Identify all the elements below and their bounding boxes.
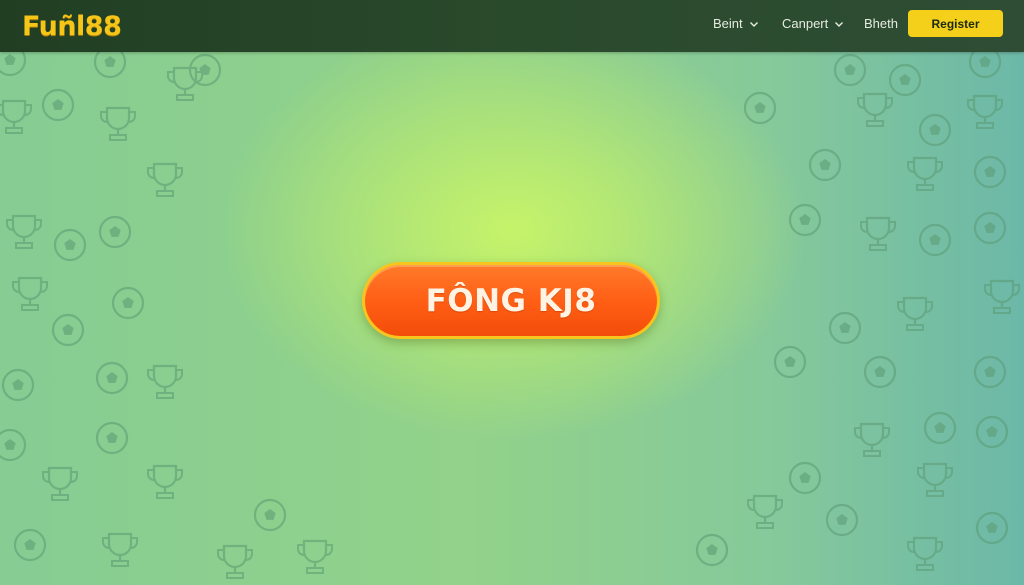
chevron-down-icon <box>835 21 844 27</box>
nav-item-bheth[interactable]: Bheth <box>864 16 898 31</box>
site-logo[interactable]: Fuñl88 <box>22 11 122 42</box>
nav-item-label: Canpert <box>782 16 829 31</box>
main-cta-button[interactable]: FÔNG KJ8 <box>362 262 660 339</box>
top-navigation-bar: Fuñl88 Beint Canpert Bheth Register <box>0 0 1024 52</box>
cta-label: FÔNG KJ8 <box>425 282 597 319</box>
nav-item-label: Beint <box>713 16 743 31</box>
chevron-down-icon <box>749 21 758 27</box>
nav-item-label: Bheth <box>864 16 898 31</box>
nav-item-canpert[interactable]: Canpert <box>782 16 844 31</box>
register-button[interactable]: Register <box>908 10 1003 37</box>
nav-item-beint[interactable]: Beint <box>713 16 759 31</box>
